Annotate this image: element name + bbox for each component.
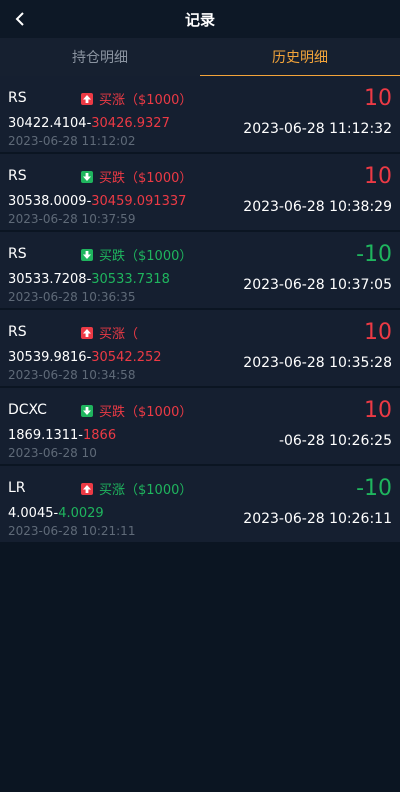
close-time: -06-28 10:26:25 (278, 433, 392, 449)
profit-amount: -10 (356, 242, 392, 267)
symbol: DCXC (8, 402, 47, 418)
chevron-left-icon (15, 12, 24, 26)
list-item[interactable]: RS 买跌（$1000） 30533.7208-30533.7318 2023-… (0, 232, 400, 310)
price-range: 30422.4104-30426.9327 (8, 116, 170, 131)
direction-tag: 买涨（$1000） (81, 89, 192, 108)
direction-label: 买涨（$1000） (99, 93, 193, 108)
arrow-down-icon (81, 248, 93, 261)
tab-bar: 持仓明细 历史明细 (0, 38, 400, 76)
symbol: LR (8, 480, 26, 496)
tab-positions[interactable]: 持仓明细 (0, 38, 200, 76)
open-time: 2023-06-28 10:21:11 (8, 524, 136, 538)
direction-label: 买涨（ (99, 327, 139, 342)
price-range: 1869.1311-1866 (8, 428, 116, 443)
symbol: RS (8, 168, 27, 184)
list-item[interactable]: RS 买涨（ 30539.9816-30542.252 2023-06-28 1… (0, 310, 400, 388)
open-price: 1869.1311- (8, 428, 83, 443)
back-button[interactable] (8, 7, 32, 31)
price-range: 30539.9816-30542.252 (8, 350, 162, 365)
price-range: 30533.7208-30533.7318 (8, 272, 170, 287)
close-time: 2023-06-28 11:12:32 (243, 121, 392, 137)
profit-amount: 10 (364, 164, 392, 189)
symbol: RS (8, 246, 27, 262)
arrow-up-icon (81, 92, 93, 105)
direction-tag: 买跌（$1000） (81, 401, 192, 420)
open-time: 2023-06-28 10 (8, 446, 97, 460)
price-range: 4.0045-4.0029 (8, 506, 104, 521)
page-title: 记录 (184, 10, 215, 29)
close-price: 1866 (83, 428, 117, 443)
close-price: 30426.9327 (91, 116, 170, 131)
close-price: 30459.091337 (91, 194, 187, 209)
price-range: 30538.0009-30459.091337 (8, 194, 186, 209)
close-time: 2023-06-28 10:35:28 (243, 355, 392, 371)
direction-tag: 买涨（ (81, 323, 138, 342)
direction-tag: 买跌（$1000） (81, 167, 192, 186)
top-bar: 记录 (0, 0, 400, 38)
list-item[interactable]: RS 买跌（$1000） 30538.0009-30459.091337 202… (0, 154, 400, 232)
close-price: 30542.252 (91, 350, 162, 365)
close-price: 30533.7318 (91, 272, 170, 287)
direction-tag: 买涨（$1000） (81, 479, 192, 498)
direction-label: 买跌（$1000） (99, 249, 193, 264)
profit-amount: -10 (356, 476, 392, 501)
arrow-down-icon (81, 404, 93, 417)
open-price: 30538.0009- (8, 194, 92, 209)
profit-amount: 10 (364, 86, 392, 111)
open-time: 2023-06-28 10:34:58 (8, 368, 136, 382)
symbol: RS (8, 90, 27, 106)
arrow-up-icon (81, 326, 93, 339)
direction-label: 买涨（$1000） (99, 483, 193, 498)
arrow-down-icon (81, 170, 93, 183)
close-price: 4.0029 (58, 506, 104, 521)
tab-history[interactable]: 历史明细 (200, 38, 400, 76)
close-time: 2023-06-28 10:26:11 (243, 511, 392, 527)
list-item[interactable]: DCXC 买跌（$1000） 1869.1311-1866 2023-06-28… (0, 388, 400, 466)
arrow-up-icon (81, 482, 93, 495)
profit-amount: 10 (364, 320, 392, 345)
open-time: 2023-06-28 10:36:35 (8, 290, 136, 304)
profit-amount: 10 (364, 398, 392, 423)
open-price: 30533.7208- (8, 272, 92, 287)
list-item[interactable]: LR 买涨（$1000） 4.0045-4.0029 2023-06-28 10… (0, 466, 400, 544)
open-price: 30422.4104- (8, 116, 92, 131)
open-price: 4.0045- (8, 506, 59, 521)
open-time: 2023-06-28 11:12:02 (8, 134, 136, 148)
record-list: RS 买涨（$1000） 30422.4104-30426.9327 2023-… (0, 76, 400, 544)
direction-label: 买跌（$1000） (99, 171, 193, 186)
direction-label: 买跌（$1000） (99, 405, 193, 420)
close-time: 2023-06-28 10:38:29 (243, 199, 392, 215)
close-time: 2023-06-28 10:37:05 (243, 277, 392, 293)
list-item[interactable]: RS 买涨（$1000） 30422.4104-30426.9327 2023-… (0, 76, 400, 154)
direction-tag: 买跌（$1000） (81, 245, 192, 264)
open-time: 2023-06-28 10:37:59 (8, 212, 136, 226)
symbol: RS (8, 324, 27, 340)
open-price: 30539.9816- (8, 350, 92, 365)
